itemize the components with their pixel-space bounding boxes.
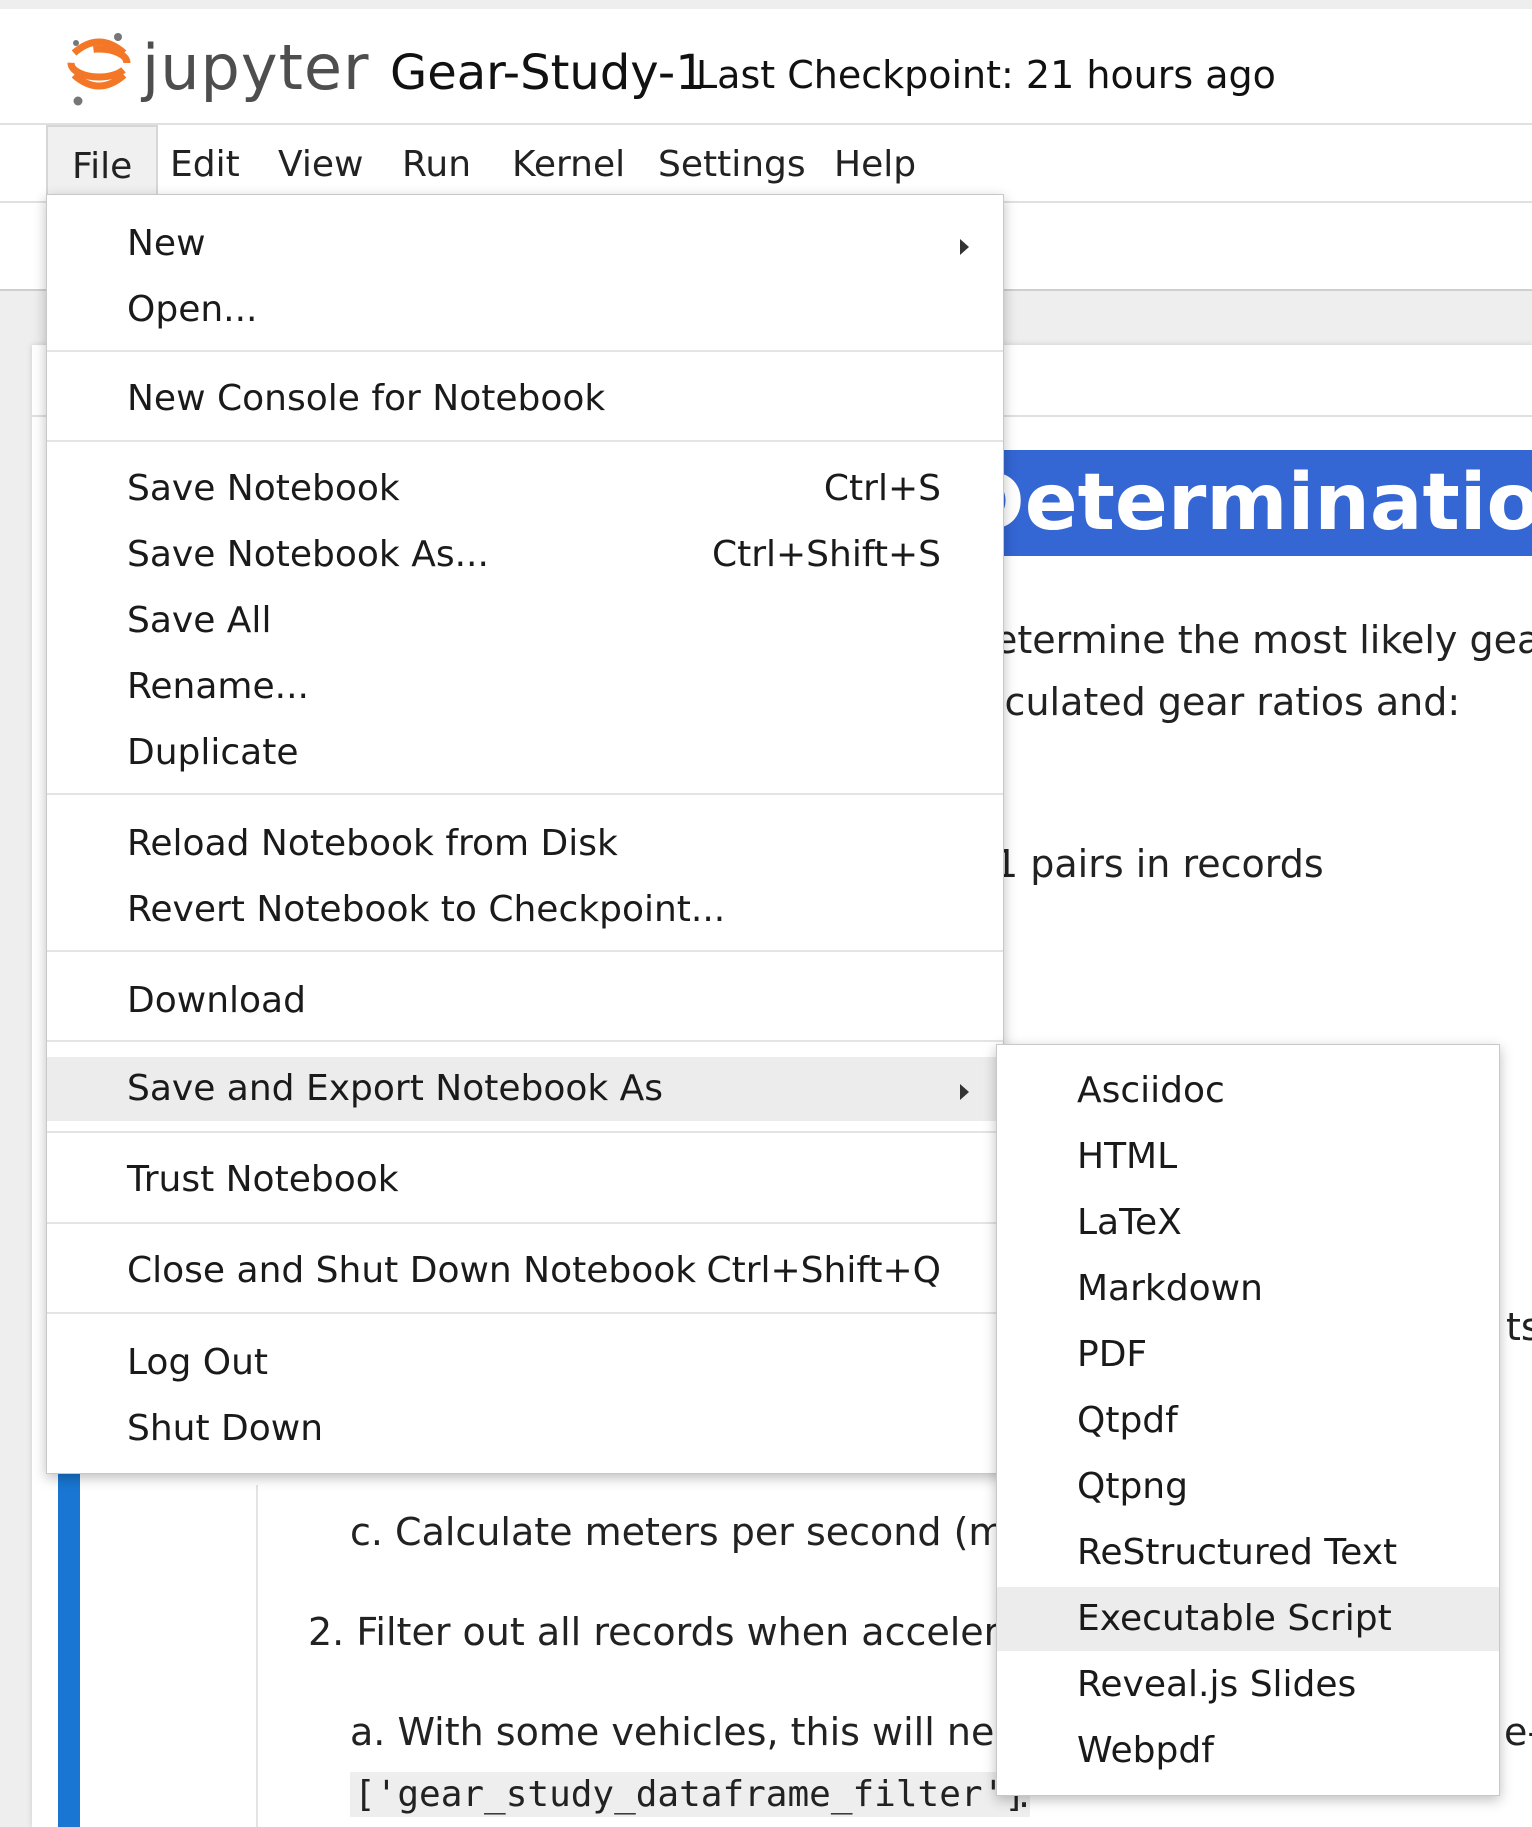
menu-run[interactable]: Run bbox=[378, 125, 495, 201]
markdown-line: e- bbox=[1504, 1710, 1532, 1754]
file-menu-trust-label: Trust Notebook bbox=[127, 1159, 399, 1200]
file-menu-reload[interactable]: Reload Notebook from Disk bbox=[47, 812, 1003, 876]
file-menu-save-notebook-as[interactable]: Save Notebook As... Ctrl+Shift+S bbox=[47, 523, 1003, 587]
file-menu-save-all[interactable]: Save All bbox=[47, 589, 1003, 653]
file-menu-revert[interactable]: Revert Notebook to Checkpoint... bbox=[47, 878, 1003, 942]
markdown-heading: Determination A bbox=[960, 450, 1532, 556]
checkpoint-status: Last Checkpoint: 21 hours ago bbox=[696, 53, 1276, 97]
export-executable-script[interactable]: Executable Script bbox=[997, 1587, 1499, 1651]
menu-divider bbox=[47, 793, 1003, 795]
file-menu-rename[interactable]: Rename... bbox=[47, 655, 1003, 719]
jupyter-logo-icon[interactable] bbox=[66, 29, 132, 109]
file-menu-save-notebook-label: Save Notebook bbox=[127, 468, 400, 509]
file-menu-logout-label: Log Out bbox=[127, 1342, 269, 1383]
file-menu-shutdown-label: Shut Down bbox=[127, 1408, 324, 1449]
menu-divider bbox=[47, 1131, 1003, 1133]
markdown-line: 1 pairs in records bbox=[994, 842, 1324, 886]
file-menu-open-label: Open... bbox=[127, 289, 258, 330]
submenu-arrow-icon bbox=[960, 239, 969, 255]
active-cell-indicator bbox=[58, 1465, 80, 1827]
menu-kernel[interactable]: Kernel bbox=[488, 125, 649, 201]
jupyter-wordmark: jupyter bbox=[142, 31, 370, 104]
export-qtpdf[interactable]: Qtpdf bbox=[997, 1389, 1499, 1453]
menu-settings[interactable]: Settings bbox=[634, 125, 830, 201]
markdown-line: etermine the most likely gear ra bbox=[994, 618, 1532, 662]
export-markdown[interactable]: Markdown bbox=[997, 1257, 1499, 1321]
export-webpdf[interactable]: Webpdf bbox=[997, 1719, 1499, 1783]
file-menu-reload-label: Reload Notebook from Disk bbox=[127, 823, 618, 864]
export-item-label: ReStructured Text bbox=[1077, 1532, 1398, 1573]
export-qtpng[interactable]: Qtpng bbox=[997, 1455, 1499, 1519]
menu-help[interactable]: Help bbox=[810, 125, 940, 201]
shortcut-label: Ctrl+S bbox=[823, 468, 941, 509]
file-menu-duplicate[interactable]: Duplicate bbox=[47, 721, 1003, 785]
file-menu-new[interactable]: New bbox=[47, 212, 1003, 276]
markdown-line: a. With some vehicles, this will need to bbox=[350, 1710, 1093, 1754]
markdown-line: lculated gear ratios and: bbox=[994, 680, 1461, 724]
file-menu-new-console-label: New Console for Notebook bbox=[127, 378, 606, 419]
file-menu-shutdown[interactable]: Shut Down bbox=[47, 1397, 1003, 1461]
menu-divider bbox=[47, 1040, 1003, 1042]
menu-divider bbox=[47, 950, 1003, 952]
file-menu-save-notebook-as-label: Save Notebook As... bbox=[127, 534, 489, 575]
file-menu-download[interactable]: Download bbox=[47, 969, 1003, 1033]
file-menu-trust[interactable]: Trust Notebook bbox=[47, 1148, 1003, 1212]
markdown-line: c. Calculate meters per second (mps) a bbox=[350, 1510, 1100, 1554]
file-menu-save-all-label: Save All bbox=[127, 600, 272, 641]
export-item-label: Webpdf bbox=[1077, 1730, 1214, 1771]
file-menu-close-shutdown-label: Close and Shut Down Notebook bbox=[127, 1250, 697, 1291]
file-menu-open[interactable]: Open... bbox=[47, 278, 1003, 342]
notebook-title[interactable]: Gear-Study-1 bbox=[390, 45, 706, 101]
export-item-label: Reveal.js Slides bbox=[1077, 1664, 1357, 1705]
file-menu: New Open... New Console for Notebook Sav… bbox=[46, 194, 1004, 1474]
shortcut-label: Ctrl+Shift+S bbox=[711, 534, 941, 575]
menu-divider bbox=[47, 1312, 1003, 1314]
menu-divider bbox=[47, 440, 1003, 442]
markdown-line: 2. Filter out all records when accelerat… bbox=[308, 1610, 1096, 1654]
export-item-label: LaTeX bbox=[1077, 1202, 1182, 1243]
menu-divider bbox=[47, 350, 1003, 352]
cell-gutter bbox=[256, 1485, 258, 1827]
export-restructured-text[interactable]: ReStructured Text bbox=[997, 1521, 1499, 1585]
export-item-label: Qtpdf bbox=[1077, 1400, 1178, 1441]
app-header: jupyter Gear-Study-1 Last Checkpoint: 21… bbox=[0, 9, 1532, 125]
file-menu-save-export[interactable]: Save and Export Notebook As bbox=[47, 1057, 1003, 1121]
menubar: File Edit View Run Kernel Settings Help bbox=[0, 125, 1532, 203]
file-menu-duplicate-label: Duplicate bbox=[127, 732, 299, 773]
menu-edit[interactable]: Edit bbox=[146, 125, 264, 201]
export-item-label: Qtpng bbox=[1077, 1466, 1188, 1507]
file-menu-revert-label: Revert Notebook to Checkpoint... bbox=[127, 889, 726, 930]
file-menu-save-export-label: Save and Export Notebook As bbox=[127, 1068, 664, 1109]
shortcut-label: Ctrl+Shift+Q bbox=[706, 1250, 941, 1291]
export-item-label: Asciidoc bbox=[1077, 1070, 1225, 1111]
window-top-strip bbox=[0, 0, 1532, 9]
export-asciidoc[interactable]: Asciidoc bbox=[997, 1059, 1499, 1123]
inline-code: ['gear_study_dataframe_filter'] bbox=[350, 1772, 1030, 1817]
export-item-label: Markdown bbox=[1077, 1268, 1263, 1309]
export-latex[interactable]: LaTeX bbox=[997, 1191, 1499, 1255]
file-menu-rename-label: Rename... bbox=[127, 666, 309, 707]
markdown-line: ts bbox=[1506, 1305, 1532, 1349]
export-item-label: HTML bbox=[1077, 1136, 1178, 1177]
export-pdf[interactable]: PDF bbox=[997, 1323, 1499, 1387]
file-menu-save-notebook[interactable]: Save Notebook Ctrl+S bbox=[47, 457, 1003, 521]
export-submenu: Asciidoc HTML LaTeX Markdown PDF Qtpdf Q… bbox=[996, 1044, 1500, 1796]
file-menu-new-console[interactable]: New Console for Notebook bbox=[47, 367, 1003, 431]
submenu-arrow-icon bbox=[960, 1084, 969, 1100]
menu-file[interactable]: File bbox=[46, 125, 159, 201]
export-html[interactable]: HTML bbox=[997, 1125, 1499, 1189]
export-revealjs-slides[interactable]: Reveal.js Slides bbox=[997, 1653, 1499, 1717]
menu-divider bbox=[47, 1222, 1003, 1224]
heading-text: Determination A bbox=[960, 458, 1532, 548]
file-menu-download-label: Download bbox=[127, 980, 306, 1021]
menu-view[interactable]: View bbox=[254, 125, 387, 201]
export-item-label: PDF bbox=[1077, 1334, 1148, 1375]
file-menu-close-shutdown[interactable]: Close and Shut Down Notebook Ctrl+Shift+… bbox=[47, 1239, 1003, 1303]
file-menu-new-label: New bbox=[127, 223, 206, 264]
export-item-label: Executable Script bbox=[1077, 1598, 1392, 1639]
file-menu-logout[interactable]: Log Out bbox=[47, 1331, 1003, 1395]
